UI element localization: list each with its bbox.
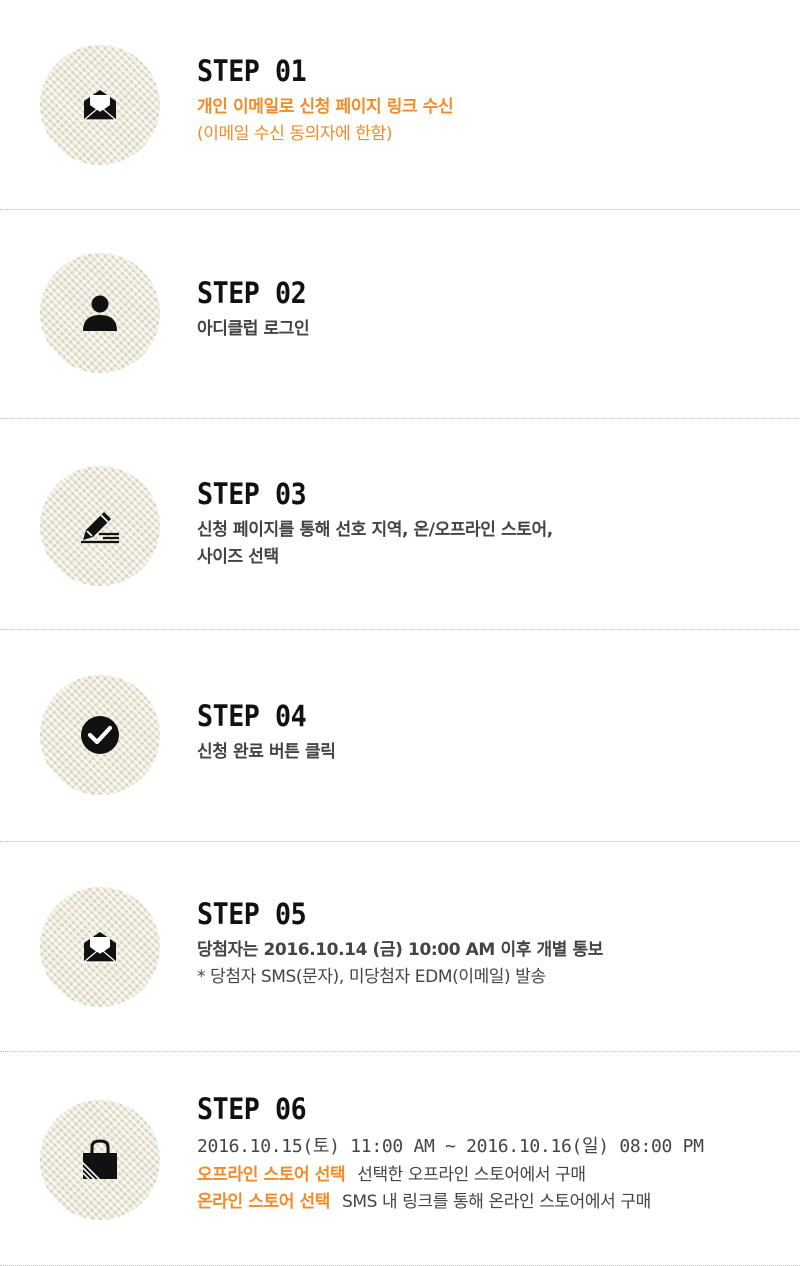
- event-date-range: 2016.10.15(토) 11:00 AM ~ 2016.10.16(일) 0…: [197, 1136, 704, 1157]
- step-content: STEP 05 당첨자는 2016.10.14 (금) 10:00 AM 이후 …: [197, 897, 603, 991]
- step-content: STEP 03 신청 페이지를 통해 선호 지역, 온/오프라인 스토어, 사이…: [197, 477, 553, 571]
- step-content: STEP 02 아디클럽 로그인: [197, 276, 316, 343]
- step-line: 당첨자는 2016.10.14 (금) 10:00 AM 이후 개별 통보: [197, 940, 603, 960]
- step-icon-circle: [40, 887, 160, 1007]
- offline-store-option: 오프라인 스토어 선택 선택한 오프라인 스토어에서 구매: [197, 1162, 704, 1189]
- step-line: 개인 이메일로 신청 페이지 링크 수신: [197, 97, 454, 117]
- step-04: STEP 04 신청 완료 버튼 클릭: [0, 630, 800, 842]
- step-title: STEP 04: [197, 699, 307, 733]
- step-content: STEP 04 신청 완료 버튼 클릭: [197, 699, 336, 766]
- step-content: STEP 06 2016.10.15(토) 11:00 AM ~ 2016.10…: [197, 1092, 704, 1216]
- step-content: STEP 01 개인 이메일로 신청 페이지 링크 수신 (이메일 수신 동의자…: [197, 54, 454, 148]
- shopping-bag-icon: [83, 1139, 117, 1179]
- step-line: 아디클럽 로그인: [197, 319, 310, 339]
- option-tag: 오프라인 스토어 선택: [197, 1165, 346, 1185]
- step-icon-circle: [40, 1100, 160, 1220]
- online-store-option: 온라인 스토어 선택 SMS 내 링크를 통해 온라인 스토어에서 구매: [197, 1189, 704, 1216]
- step-line: 사이즈 선택: [197, 547, 279, 567]
- option-desc: 선택한 오프라인 스토어에서 구매: [357, 1165, 586, 1185]
- step-05: STEP 05 당첨자는 2016.10.14 (금) 10:00 AM 이후 …: [0, 842, 800, 1052]
- step-icon-circle: [40, 675, 160, 795]
- step-02: STEP 02 아디클럽 로그인: [0, 210, 800, 419]
- step-title: STEP 03: [197, 477, 307, 511]
- step-line: 신청 완료 버튼 클릭: [197, 742, 336, 762]
- step-icon-circle: [40, 45, 160, 165]
- envelope-open-icon: [82, 90, 118, 121]
- step-icon-circle: [40, 466, 160, 586]
- step-icon-circle: [40, 253, 160, 373]
- step-title: STEP 01: [197, 54, 307, 88]
- step-line: (이메일 수신 동의자에 한함): [197, 124, 393, 144]
- option-desc: SMS 내 링크를 통해 온라인 스토어에서 구매: [341, 1192, 651, 1212]
- step-01: STEP 01 개인 이메일로 신청 페이지 링크 수신 (이메일 수신 동의자…: [0, 0, 800, 210]
- option-tag: 온라인 스토어 선택: [197, 1192, 330, 1212]
- step-06: STEP 06 2016.10.15(토) 11:00 AM ~ 2016.10…: [0, 1052, 800, 1266]
- pencil-icon: [81, 512, 119, 544]
- envelope-open-icon: [82, 932, 118, 963]
- step-line: * 당첨자 SMS(문자), 미당첨자 EDM(이메일) 발송: [197, 967, 546, 987]
- step-03: STEP 03 신청 페이지를 통해 선호 지역, 온/오프라인 스토어, 사이…: [0, 419, 800, 630]
- user-icon: [83, 295, 117, 331]
- step-line: 신청 페이지를 통해 선호 지역, 온/오프라인 스토어,: [197, 520, 553, 540]
- step-title: STEP 06: [197, 1092, 307, 1126]
- steps-list: STEP 01 개인 이메일로 신청 페이지 링크 수신 (이메일 수신 동의자…: [0, 0, 800, 1266]
- step-title: STEP 02: [197, 276, 307, 310]
- step-title: STEP 05: [197, 897, 307, 931]
- check-circle-icon: [81, 716, 119, 754]
